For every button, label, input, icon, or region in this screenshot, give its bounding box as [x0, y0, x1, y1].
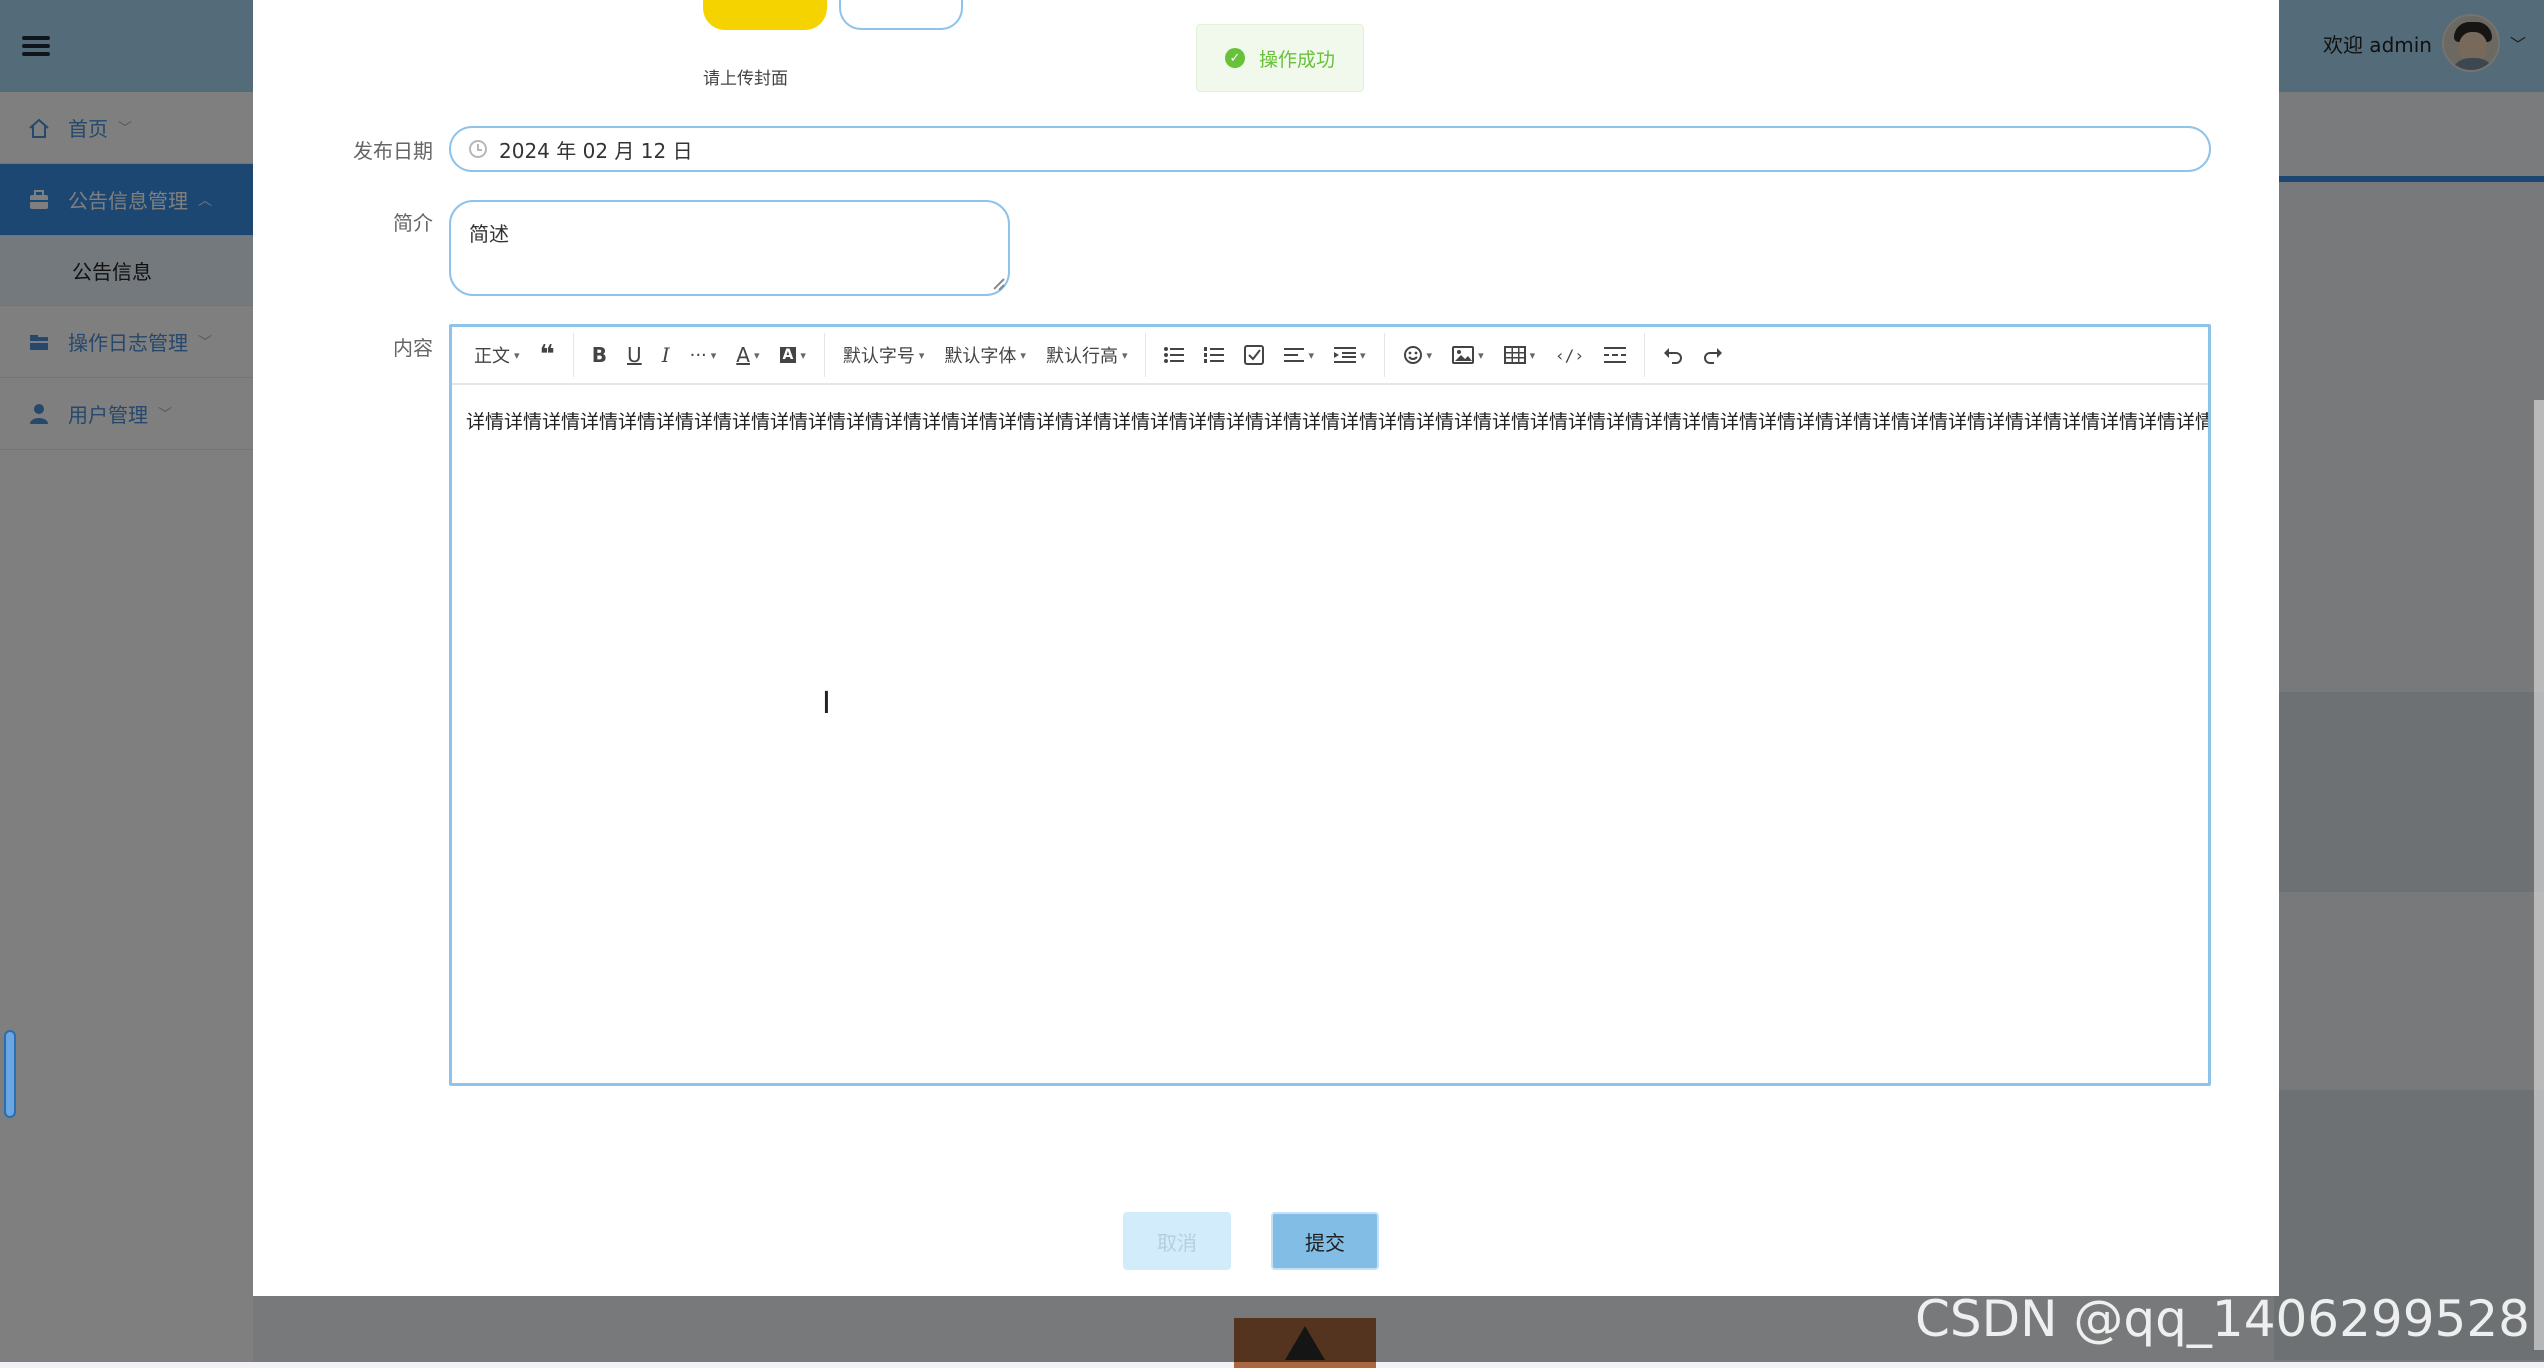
- success-toast: ✓ 操作成功: [1196, 24, 1364, 92]
- italic-icon: I: [661, 343, 670, 367]
- underline-icon: U: [627, 343, 642, 367]
- bold-icon: B: [591, 343, 608, 367]
- checkbox-icon: [1244, 345, 1265, 365]
- quote-icon: ❝: [539, 340, 555, 370]
- summary-label: 简介: [393, 211, 433, 235]
- font-color-dropdown[interactable]: A ▾: [726, 335, 769, 375]
- emoji-dropdown[interactable]: ▾: [1393, 335, 1443, 375]
- bold-button[interactable]: B: [582, 335, 617, 375]
- numbered-list-icon: [1204, 347, 1225, 363]
- bulleted-list-icon: [1164, 347, 1185, 363]
- cover-hint: 请上传封面: [703, 69, 788, 89]
- background-color-icon: A: [779, 347, 797, 363]
- resize-grip-icon[interactable]: [992, 278, 1004, 290]
- line-height-label: 默认行高: [1045, 346, 1118, 367]
- divider-button[interactable]: [1594, 335, 1636, 375]
- paragraph-label: 正文: [474, 346, 510, 367]
- more-styles-dropdown[interactable]: ··· ▾: [680, 335, 727, 375]
- image-icon: [1452, 346, 1475, 364]
- table-dropdown[interactable]: ▾: [1494, 335, 1546, 375]
- background-color-dropdown[interactable]: A ▾: [770, 335, 816, 375]
- cancel-button[interactable]: 取消: [1123, 1212, 1231, 1270]
- watermark: CSDN @qq_1406299528: [1914, 1290, 2530, 1348]
- font-color-icon: A: [736, 343, 750, 367]
- date-input[interactable]: 2024 年 02 月 12 日: [449, 126, 2211, 172]
- quote-button[interactable]: ❝: [530, 335, 565, 375]
- redo-button[interactable]: [1693, 335, 1733, 375]
- content-label: 内容: [393, 336, 433, 360]
- paragraph-dropdown[interactable]: 正文 ▾: [464, 335, 530, 375]
- cover-upload-buttons: [703, 0, 963, 30]
- emoji-icon: [1403, 346, 1422, 364]
- date-value: 2024 年 02 月 12 日: [499, 138, 693, 163]
- justify-dropdown[interactable]: ▾: [1274, 335, 1324, 375]
- scrollbar-thumb[interactable]: [4, 1030, 16, 1118]
- clock-icon: [469, 140, 487, 158]
- ellipsis-icon: ···: [689, 344, 707, 366]
- editor-content[interactable]: 详情详情详情详情详情详情详情详情详情详情详情详情详情详情详情详情详情详情详情详情…: [452, 385, 2208, 456]
- font-size-label: 默认字号: [842, 346, 915, 367]
- code-button[interactable]: ‹/›: [1545, 335, 1594, 375]
- bulleted-list-button[interactable]: [1154, 335, 1194, 375]
- todo-button[interactable]: [1234, 335, 1274, 375]
- underline-button[interactable]: U: [617, 335, 652, 375]
- toolbar-divider: [1644, 333, 1646, 377]
- upload-cover-button[interactable]: [703, 0, 827, 30]
- font-family-dropdown[interactable]: 默认字体 ▾: [934, 335, 1036, 375]
- indent-dropdown[interactable]: ▾: [1324, 335, 1376, 375]
- table-icon: [1503, 346, 1526, 364]
- scrollbar-track[interactable]: [2534, 400, 2544, 1350]
- editor-toolbar: 正文 ▾ ❝ B U I ··· ▾ A ▾ A ▾ 默认字号 ▾ 默认字体 ▾ 默认行高 ▾: [452, 327, 2208, 385]
- date-label: 发布日期: [353, 139, 433, 163]
- undo-icon: [1664, 348, 1682, 364]
- align-left-icon: [1284, 348, 1305, 362]
- rich-text-editor: 正文 ▾ ❝ B U I ··· ▾ A ▾ A ▾ 默认字号 ▾ 默认字体 ▾ 默认行高 ▾: [449, 324, 2211, 1086]
- submit-button[interactable]: 提交: [1271, 1212, 1379, 1270]
- toolbar-divider: [1383, 333, 1385, 377]
- text-cursor-icon: I: [822, 686, 831, 721]
- italic-button[interactable]: I: [652, 335, 680, 375]
- editor-text: 详情详情详情详情详情详情详情详情详情详情详情详情详情详情详情详情详情详情详情详情…: [466, 411, 2208, 433]
- indent-icon: [1334, 347, 1357, 363]
- summary-textarea[interactable]: 简述: [449, 200, 1010, 296]
- numbered-list-button[interactable]: [1194, 335, 1234, 375]
- font-family-label: 默认字体: [944, 346, 1017, 367]
- code-icon: ‹/›: [1555, 345, 1585, 365]
- cover-secondary-button[interactable]: [839, 0, 963, 30]
- horizontal-rule-icon: [1604, 347, 1627, 363]
- edit-notice-dialog: 请上传封面 发布日期 2024 年 02 月 12 日 简介 简述 内容 正文 ▾…: [253, 0, 2279, 1296]
- redo-icon: [1704, 348, 1723, 364]
- summary-value: 简述: [469, 222, 509, 246]
- toolbar-divider: [572, 333, 574, 377]
- image-dropdown[interactable]: ▾: [1442, 335, 1494, 375]
- font-size-dropdown[interactable]: 默认字号 ▾: [833, 335, 935, 375]
- line-height-dropdown[interactable]: 默认行高 ▾: [1036, 335, 1138, 375]
- toast-message: 操作成功: [1259, 48, 1336, 71]
- toolbar-divider: [823, 333, 825, 377]
- check-circle-icon: ✓: [1225, 48, 1245, 68]
- toolbar-divider: [1145, 333, 1147, 377]
- undo-button[interactable]: [1653, 335, 1693, 375]
